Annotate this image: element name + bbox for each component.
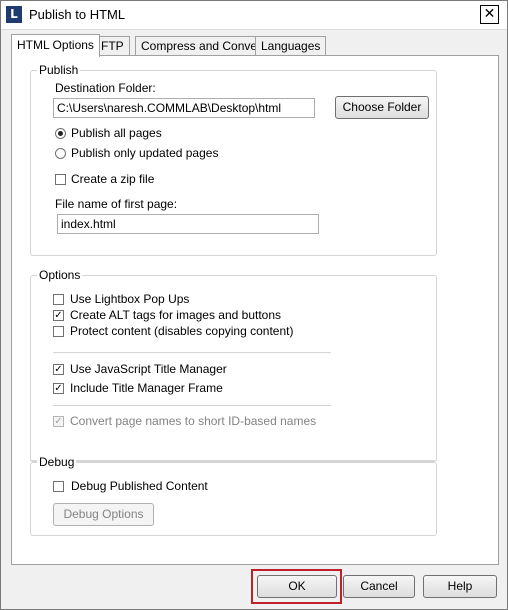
cancel-button[interactable]: Cancel [343, 575, 415, 598]
options-group-title: Options [37, 268, 83, 282]
radio-selected-dot [58, 131, 63, 136]
title-manager-frame-label: Include Title Manager Frame [70, 381, 223, 395]
destination-folder-field[interactable]: C:\Users\naresh.COMMLAB\Desktop\html [53, 98, 315, 118]
first-page-label: File name of first page: [55, 197, 178, 211]
tab-compress-and-convert[interactable]: Compress and Convert [135, 36, 271, 56]
options-separator [53, 352, 331, 353]
options-separator [53, 405, 331, 406]
ok-highlight-box [251, 569, 342, 604]
debug-group-title: Debug [37, 455, 77, 469]
choose-folder-button[interactable]: Choose Folder [335, 96, 429, 119]
publish-updated-label: Publish only updated pages [71, 146, 219, 160]
zip-checkbox[interactable] [55, 174, 66, 185]
help-button[interactable]: Help [423, 575, 497, 598]
publish-group-title: Publish [37, 63, 81, 77]
debug-options-button: Debug Options [53, 503, 154, 526]
title-manager-frame-checkbox[interactable]: ✓ [53, 383, 64, 394]
protect-content-label: Protect content (disables copying conten… [70, 324, 294, 338]
publish-dialog: L Publish to HTML ✕ HTML Options FTP Com… [0, 0, 508, 610]
tab-ftp[interactable]: FTP [95, 36, 130, 56]
publish-group: Publish Destination Folder: C:\Users\nar… [30, 63, 437, 256]
js-title-manager-label: Use JavaScript Title Manager [70, 362, 227, 376]
first-page-field[interactable]: index.html [57, 214, 319, 234]
lectora-icon: L [6, 6, 22, 23]
tab-html-options[interactable]: HTML Options [11, 34, 100, 57]
convert-names-label: Convert page names to short ID-based nam… [70, 414, 317, 428]
debug-published-label: Debug Published Content [71, 479, 208, 493]
html-options-panel: Publish Destination Folder: C:\Users\nar… [11, 55, 499, 565]
publish-all-radio[interactable] [55, 128, 66, 139]
tab-languages[interactable]: Languages [255, 36, 327, 56]
title-bar: L Publish to HTML ✕ [1, 1, 507, 30]
debug-published-checkbox[interactable] [53, 481, 64, 492]
close-icon[interactable]: ✕ [480, 5, 499, 24]
publish-all-label: Publish all pages [71, 126, 162, 140]
lightbox-label: Use Lightbox Pop Ups [70, 292, 190, 306]
protect-content-checkbox[interactable] [53, 326, 64, 337]
alt-tags-checkbox[interactable]: ✓ [53, 310, 64, 321]
alt-tags-label: Create ALT tags for images and buttons [70, 308, 282, 322]
debug-separator [30, 460, 435, 461]
zip-label: Create a zip file [71, 172, 155, 186]
convert-names-checkbox: ✓ [53, 416, 64, 427]
window-title: Publish to HTML [29, 7, 126, 22]
js-title-manager-checkbox[interactable]: ✓ [53, 364, 64, 375]
debug-group: Debug Debug Published Content Debug Opti… [30, 455, 437, 536]
publish-updated-radio[interactable] [55, 148, 66, 159]
destination-folder-label: Destination Folder: [55, 81, 156, 95]
lightbox-checkbox[interactable] [53, 294, 64, 305]
options-group: Options Use Lightbox Pop Ups ✓ Create AL… [30, 268, 437, 462]
